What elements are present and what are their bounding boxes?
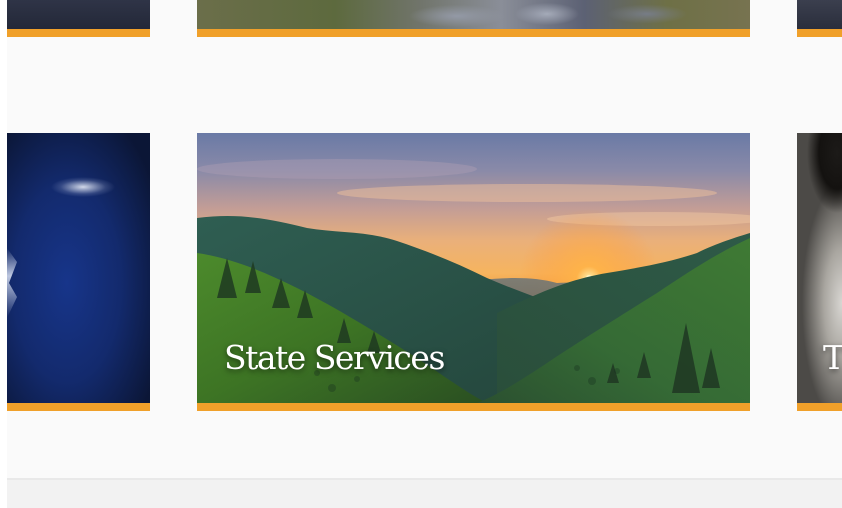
- card-accent-bar: [197, 29, 750, 37]
- card-top-center[interactable]: [197, 0, 750, 37]
- card-left[interactable]: [7, 133, 150, 411]
- card-accent-bar: [797, 403, 842, 411]
- card-state-services[interactable]: State Services: [197, 133, 750, 411]
- card-title[interactable]: T: [823, 338, 842, 377]
- card-accent-bar: [7, 403, 150, 411]
- bottom-strip: [7, 480, 842, 508]
- page-edge: [0, 0, 7, 508]
- card-photo: [797, 0, 842, 29]
- photo-highlight: [7, 248, 17, 318]
- card-top-left[interactable]: [7, 0, 150, 37]
- card-accent-bar: [7, 29, 150, 37]
- card-accent-bar: [197, 403, 750, 411]
- card-accent-bar: [797, 29, 842, 37]
- card-top-right[interactable]: [797, 0, 842, 37]
- card-title[interactable]: State Services: [224, 338, 445, 377]
- card-photo: [7, 133, 150, 403]
- card-photo: [7, 0, 150, 29]
- card-right[interactable]: T: [797, 133, 842, 411]
- card-photo: [197, 0, 750, 29]
